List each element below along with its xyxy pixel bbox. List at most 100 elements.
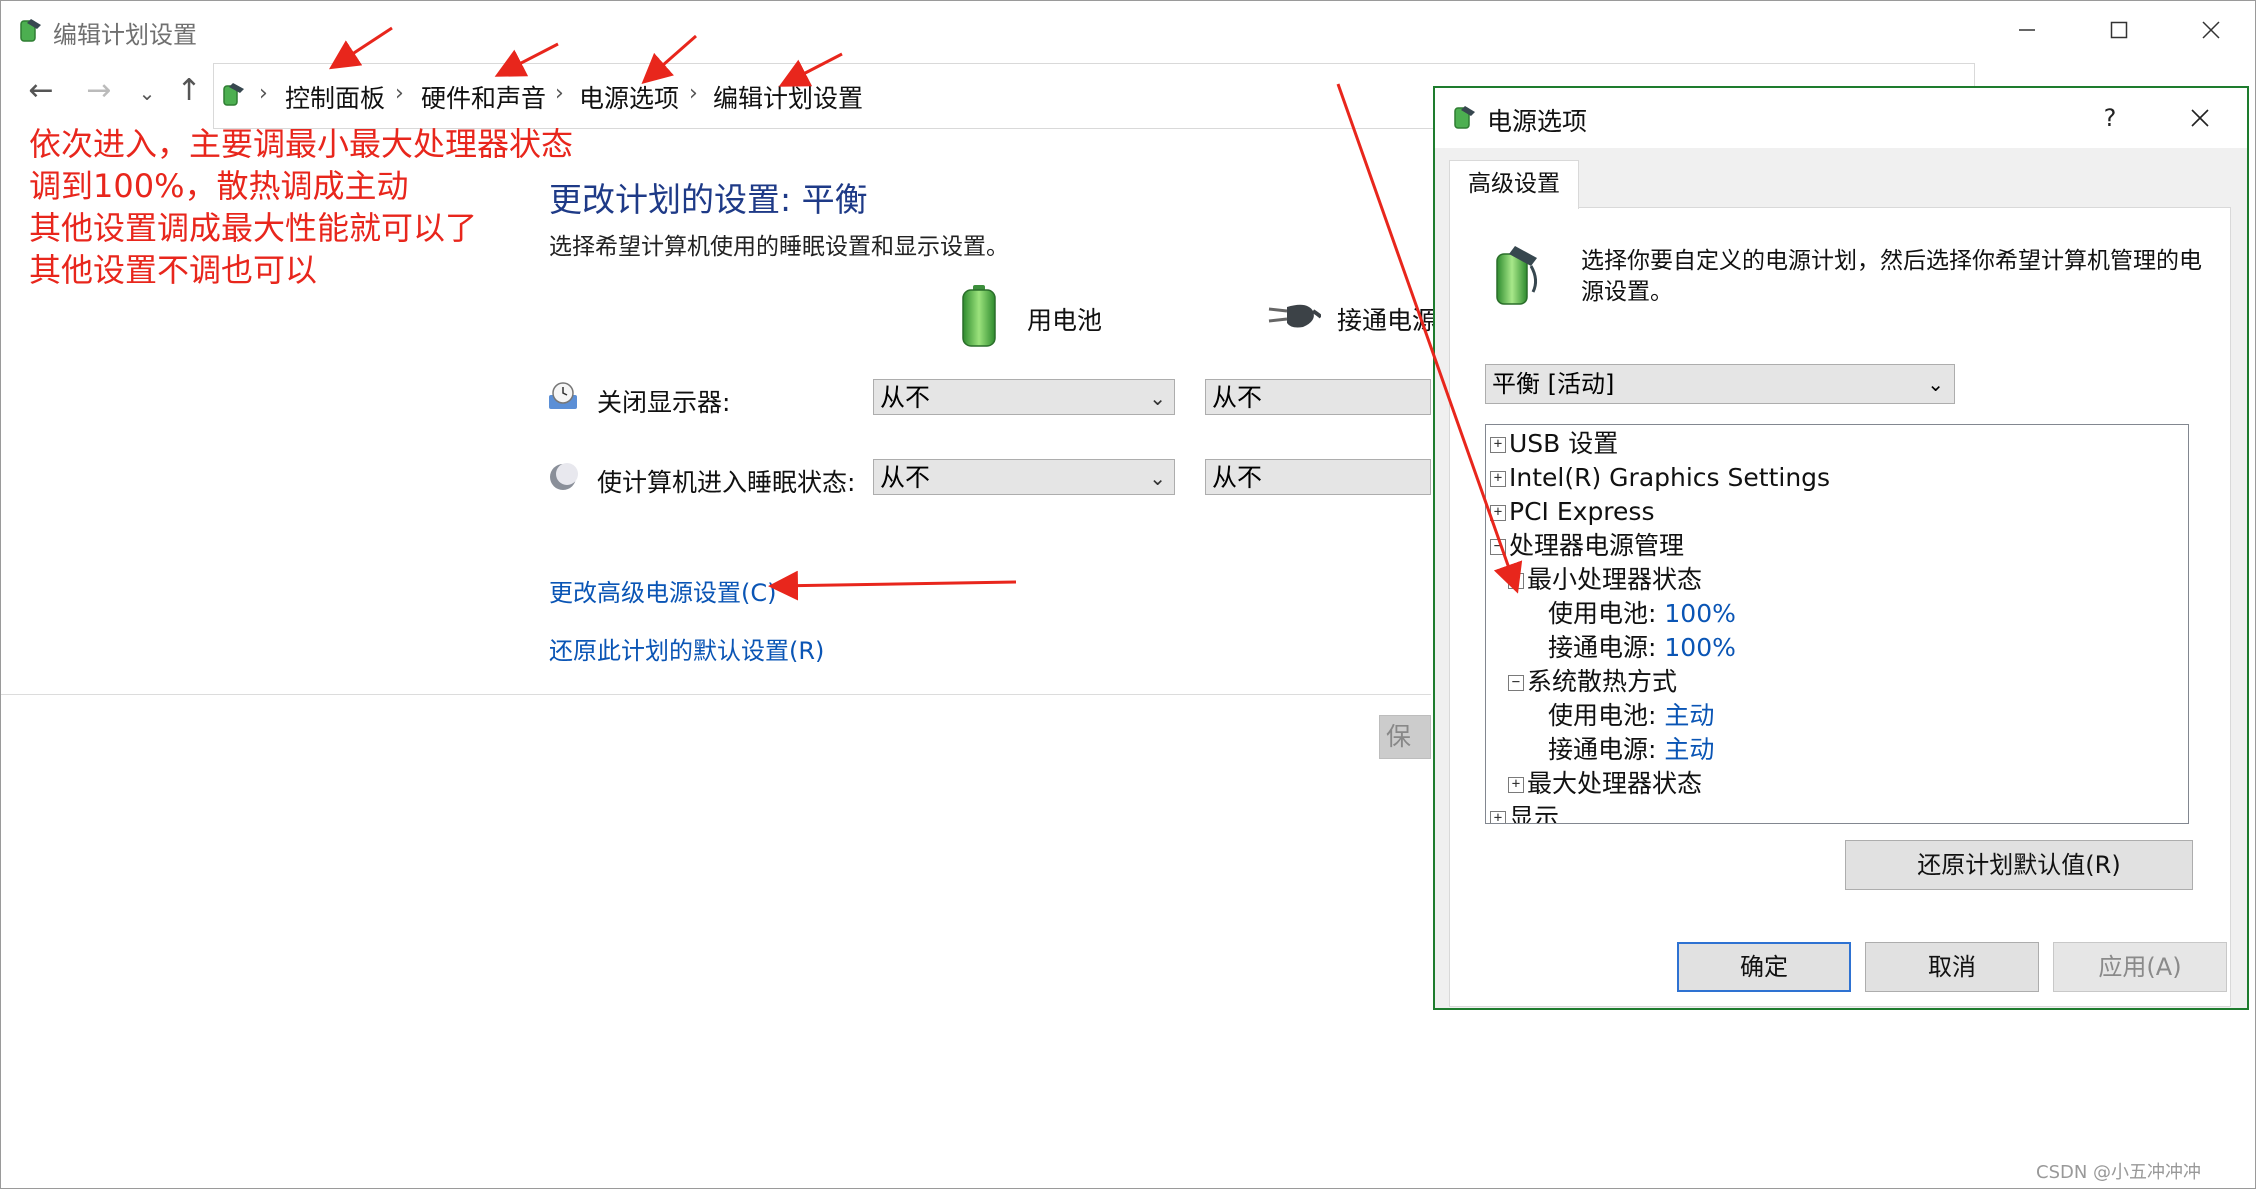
tree-item-min-battery[interactable]: 使用电池: 100%	[1548, 597, 1736, 631]
tree-item-cooling-plugged[interactable]: 接通电源: 主动	[1548, 733, 1714, 767]
tree-item-label: 最小处理器状态	[1527, 565, 1703, 594]
tree-item-min-plugged[interactable]: 接通电源: 100%	[1548, 631, 1736, 665]
tree-item-min-processor-state[interactable]: − 最小处理器状态	[1508, 563, 1702, 597]
settings-tree: + USB 设置 + Intel(R) Graphics Settings + PCI…	[1485, 424, 2189, 824]
minimize-icon	[2019, 29, 2035, 31]
collapse-icon[interactable]: −	[1490, 539, 1506, 555]
app-icon	[15, 15, 45, 45]
tree-item-label: 使用电池:	[1548, 701, 1657, 730]
tree-item-intel-graphics[interactable]: + Intel(R) Graphics Settings	[1490, 461, 1830, 495]
select-value: 从不	[880, 463, 931, 492]
breadcrumb-hardware-sound[interactable]: 硬件和声音	[421, 79, 546, 115]
help-icon: ?	[2103, 104, 2117, 132]
tree-item-label: Intel(R) Graphics Settings	[1509, 463, 1831, 492]
column-plugged-in: 接通电源	[1337, 306, 1435, 335]
breadcrumb-edit-plan[interactable]: 编辑计划设置	[713, 79, 863, 115]
select-value: 从不	[1212, 383, 1263, 412]
tree-item-value[interactable]: 100%	[1664, 599, 1735, 628]
tree-item-usb[interactable]: + USB 设置	[1490, 427, 1618, 461]
breadcrumb-separator: ›	[555, 81, 564, 106]
save-button[interactable]: 保	[1379, 715, 1431, 759]
tree-item-cooling-policy[interactable]: − 系统散热方式	[1508, 665, 1677, 699]
battery-plug-icon	[1487, 240, 1543, 310]
dialog-close-button[interactable]	[2155, 88, 2245, 148]
up-button[interactable]: ↑	[169, 73, 209, 108]
power-options-icon	[1449, 102, 1479, 132]
divider	[1, 694, 1431, 695]
tree-item-max-processor-state[interactable]: + 最大处理器状态	[1508, 767, 1702, 801]
chevron-down-icon: ⌄	[1149, 466, 1166, 490]
help-button[interactable]: ?	[2065, 88, 2155, 148]
tree-item-label: 最大处理器状态	[1527, 769, 1703, 798]
tree-item-pci-express[interactable]: + PCI Express	[1490, 495, 1654, 529]
close-button[interactable]	[2165, 1, 2256, 59]
tree-item-label: USB 设置	[1509, 429, 1619, 458]
monitor-clock-icon	[547, 381, 579, 413]
annotation-line-4: 其他设置不调也可以	[29, 251, 318, 289]
advanced-power-settings-link[interactable]: 更改高级电源设置(C)	[549, 573, 776, 608]
plan-select[interactable]: 平衡 [活动] ⌄	[1485, 364, 1955, 404]
expand-icon[interactable]: +	[1490, 437, 1506, 453]
tree-item-label: PCI Express	[1509, 497, 1655, 526]
expand-icon[interactable]: +	[1490, 505, 1506, 521]
dialog-description: 选择你要自定义的电源计划，然后选择你希望计算机管理的电源设置。	[1581, 248, 2202, 305]
annotation-line-1: 依次进入，主要调最小最大处理器状态	[29, 125, 574, 163]
breadcrumb-control-panel[interactable]: 控制面板	[285, 79, 385, 115]
sleep-moon-icon	[547, 461, 579, 493]
forward-arrow-icon: →	[86, 73, 112, 108]
collapse-icon[interactable]: −	[1508, 573, 1524, 589]
window-title: 编辑计划设置	[53, 21, 197, 49]
tree-item-value[interactable]: 100%	[1664, 633, 1735, 662]
plan-select-value: 平衡 [活动]	[1492, 370, 1615, 398]
tree-item-label: 使用电池:	[1548, 599, 1657, 628]
control-panel-icon	[219, 79, 247, 109]
sleep-plugged-select[interactable]: 从不	[1205, 459, 1431, 495]
tree-item-label: 显示	[1509, 803, 1560, 824]
maximize-button[interactable]	[2073, 1, 2165, 59]
dialog-title: 电源选项	[1487, 107, 1588, 136]
restore-plan-defaults-button[interactable]: 还原计划默认值(R)	[1845, 840, 2193, 890]
tree-item-display[interactable]: + 显示	[1490, 801, 1560, 824]
select-value: 从不	[1212, 463, 1263, 492]
tree-item-value[interactable]: 主动	[1664, 701, 1714, 730]
tree-item-value[interactable]: 主动	[1664, 735, 1714, 764]
page-subtitle: 选择希望计算机使用的睡眠设置和显示设置。	[549, 234, 1009, 260]
power-plug-icon	[1263, 297, 1323, 337]
tree-item-label: 处理器电源管理	[1509, 531, 1685, 560]
apply-button[interactable]: 应用(A)	[2053, 942, 2227, 992]
up-arrow-icon: ↑	[176, 73, 202, 108]
recent-locations-button[interactable]: ⌄	[127, 81, 167, 105]
sleep-label: 使计算机进入睡眠状态:	[597, 468, 856, 497]
page-title: 更改计划的设置: 平衡	[549, 180, 868, 219]
watermark: CSDN @小五冲冲冲	[2036, 1162, 2202, 1183]
tab-advanced-settings[interactable]: 高级设置	[1449, 160, 1579, 209]
ok-button[interactable]: 确定	[1677, 942, 1851, 992]
breadcrumb-separator: ›	[259, 81, 268, 106]
back-arrow-icon: ←	[28, 73, 54, 108]
forward-button[interactable]: →	[79, 73, 119, 108]
chevron-down-icon: ⌄	[138, 81, 156, 105]
tree-item-label: 接通电源:	[1548, 735, 1657, 764]
turn-off-display-label: 关闭显示器:	[597, 388, 731, 417]
sleep-battery-select[interactable]: 从不 ⌄	[873, 459, 1175, 495]
turn-off-display-plugged-select[interactable]: 从不	[1205, 379, 1431, 415]
column-battery: 用电池	[1027, 306, 1103, 335]
annotation-line-3: 其他设置调成最大性能就可以了	[29, 209, 478, 247]
collapse-icon[interactable]: −	[1508, 675, 1524, 691]
close-icon	[2202, 21, 2220, 39]
expand-icon[interactable]: +	[1508, 777, 1524, 793]
expand-icon[interactable]: +	[1490, 471, 1506, 487]
cancel-button[interactable]: 取消	[1865, 942, 2039, 992]
breadcrumb-power-options[interactable]: 电源选项	[579, 79, 679, 115]
turn-off-display-battery-select[interactable]: 从不 ⌄	[873, 379, 1175, 415]
back-button[interactable]: ←	[21, 73, 61, 108]
annotation-line-2: 调到100%，散热调成主动	[29, 167, 409, 205]
minimize-button[interactable]	[1981, 1, 2073, 59]
tree-item-processor-power[interactable]: − 处理器电源管理	[1490, 529, 1684, 563]
restore-defaults-link[interactable]: 还原此计划的默认设置(R)	[549, 631, 824, 666]
power-options-dialog: 电源选项 ? 高级设置 选择你要自定义的电源计划，然后选择你希望计算机管理的电源…	[1433, 86, 2249, 1010]
chevron-down-icon: ⌄	[1927, 372, 1944, 396]
select-value: 从不	[880, 383, 931, 412]
tree-item-cooling-battery[interactable]: 使用电池: 主动	[1548, 699, 1714, 733]
expand-icon[interactable]: +	[1490, 811, 1506, 823]
